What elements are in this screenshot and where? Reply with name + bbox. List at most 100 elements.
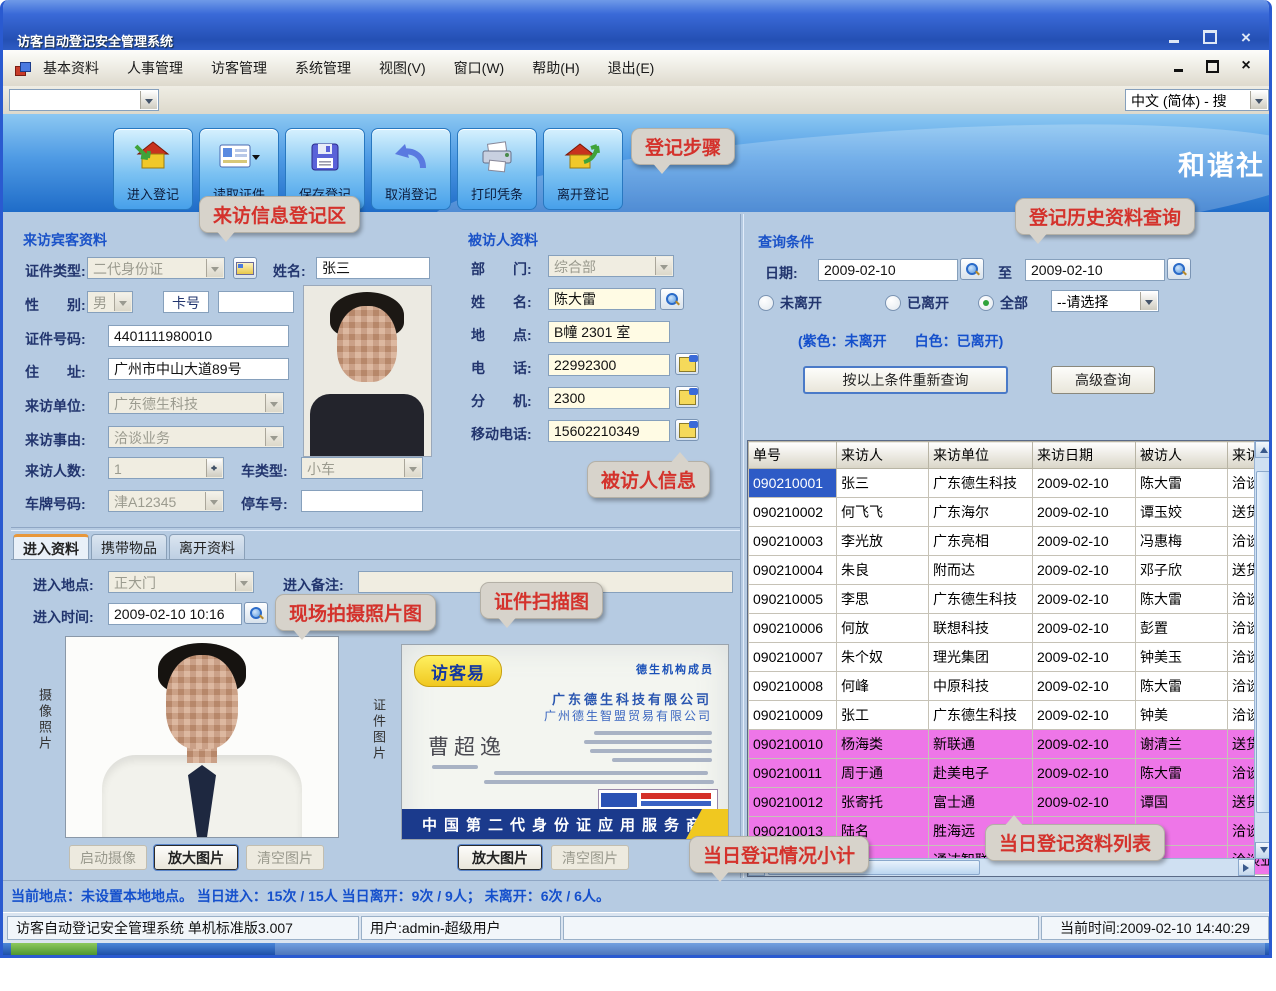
table-cell[interactable]: 冯惠梅: [1136, 527, 1228, 556]
ext-field[interactable]: [548, 387, 670, 409]
vehicle-type-combo[interactable]: 小车: [301, 457, 423, 479]
table-cell[interactable]: 谭国: [1136, 788, 1228, 817]
menu-help[interactable]: 帮助(H): [532, 58, 579, 78]
entry-location-combo[interactable]: 正大门: [108, 571, 254, 593]
table-row[interactable]: 090210010杨海类新联通2009-02-10谢清兰送货: [749, 730, 1273, 759]
menu-hr[interactable]: 人事管理: [127, 58, 183, 78]
table-cell[interactable]: 090210003: [749, 527, 837, 556]
table-cell[interactable]: 广东亮相: [929, 527, 1033, 556]
vertical-scrollbar[interactable]: [1254, 441, 1272, 859]
card-no-field[interactable]: [218, 291, 294, 313]
table-cell[interactable]: 李思: [837, 585, 929, 614]
phone-field[interactable]: [548, 354, 670, 376]
mdi-minimize-button[interactable]: [1169, 58, 1187, 74]
table-cell[interactable]: 谢清兰: [1136, 730, 1228, 759]
mdi-restore-button[interactable]: [1203, 58, 1221, 74]
table-cell[interactable]: 陈大雷: [1136, 469, 1228, 498]
table-row[interactable]: 090210001张三广东德生科技2009-02-10陈大雷洽谈业务: [749, 469, 1273, 498]
table-cell[interactable]: 张三: [837, 469, 929, 498]
mdi-close-button[interactable]: ×: [1237, 58, 1255, 74]
address-field[interactable]: [108, 358, 289, 380]
menu-system[interactable]: 系统管理: [295, 58, 351, 78]
table-cell[interactable]: 何放: [837, 614, 929, 643]
table-row[interactable]: 090210007朱个奴理光集团2009-02-10钟美玉洽谈业务: [749, 643, 1273, 672]
table-cell[interactable]: 090210010: [749, 730, 837, 759]
dial-mobile-button[interactable]: [675, 419, 699, 441]
table-cell[interactable]: 090210001: [749, 469, 837, 498]
table-cell[interactable]: 朱个奴: [837, 643, 929, 672]
radio-left[interactable]: 已离开: [885, 293, 949, 313]
table-cell[interactable]: 李光放: [837, 527, 929, 556]
menu-view[interactable]: 视图(V): [379, 58, 426, 78]
table-cell[interactable]: 2009-02-10: [1033, 701, 1136, 730]
tab-carried-items[interactable]: 携带物品: [91, 534, 167, 560]
photo-zoom-button[interactable]: 放大图片: [154, 845, 238, 870]
menu-visitor[interactable]: 访客管理: [211, 58, 267, 78]
dial-phone-button[interactable]: [675, 353, 699, 375]
table-cell[interactable]: 联想科技: [929, 614, 1033, 643]
enter-register-button[interactable]: 进入登记: [113, 128, 193, 210]
card-no-button[interactable]: 卡号: [163, 291, 209, 313]
requery-button[interactable]: 按以上条件重新查询: [803, 366, 1008, 394]
table-cell[interactable]: 广东德生科技: [929, 469, 1033, 498]
dept-combo[interactable]: 综合部: [548, 255, 674, 277]
chevron-down-icon[interactable]: [1250, 91, 1267, 109]
dial-ext-button[interactable]: [675, 386, 699, 408]
card-reader-button[interactable]: [233, 257, 257, 279]
table-cell[interactable]: 理光集团: [929, 643, 1033, 672]
table-cell[interactable]: 附而达: [929, 556, 1033, 585]
table-cell[interactable]: 090210009: [749, 701, 837, 730]
menu-basic-data[interactable]: 基本资料: [43, 58, 99, 78]
table-cell[interactable]: 张寄托: [837, 788, 929, 817]
scan-clear-button[interactable]: 清空图片: [551, 845, 629, 870]
column-header[interactable]: 来访单位: [929, 442, 1033, 469]
table-cell[interactable]: 090210008: [749, 672, 837, 701]
table-cell[interactable]: 090210005: [749, 585, 837, 614]
table-row[interactable]: 090210009张工广东德生科技2009-02-10钟美洽谈业务: [749, 701, 1273, 730]
chevron-down-icon[interactable]: [1140, 292, 1157, 310]
visit-reason-combo[interactable]: 洽谈业务: [108, 426, 284, 448]
tab-leave-info[interactable]: 离开资料: [169, 534, 245, 560]
interviewee-name-field[interactable]: [548, 288, 656, 310]
chevron-down-icon[interactable]: [205, 492, 222, 510]
table-row[interactable]: 090210002何飞飞广东海尔2009-02-10谭玉姣送货: [749, 498, 1273, 527]
leave-register-button[interactable]: 离开登记: [543, 128, 623, 210]
table-cell[interactable]: 2009-02-10: [1033, 498, 1136, 527]
tab-entry-info[interactable]: 进入资料: [13, 534, 89, 560]
date-to-field[interactable]: [1025, 259, 1165, 281]
entry-time-field[interactable]: [108, 603, 242, 625]
table-cell[interactable]: 中原科技: [929, 672, 1033, 701]
cert-no-field[interactable]: [108, 325, 289, 347]
table-cell[interactable]: 2009-02-10: [1033, 614, 1136, 643]
table-cell[interactable]: 新联通: [929, 730, 1033, 759]
table-cell[interactable]: 2009-02-10: [1033, 469, 1136, 498]
column-header[interactable]: 被访人: [1136, 442, 1228, 469]
table-row[interactable]: 090210003李光放广东亮相2009-02-10冯惠梅洽谈业务: [749, 527, 1273, 556]
menu-exit[interactable]: 退出(E): [608, 58, 655, 78]
start-camera-button[interactable]: 启动摄像: [69, 845, 147, 870]
minimize-button[interactable]: [1163, 28, 1185, 46]
scroll-up-button[interactable]: [1255, 441, 1272, 458]
query-filter-combo[interactable]: --请选择: [1051, 290, 1159, 312]
table-cell[interactable]: 谭玉姣: [1136, 498, 1228, 527]
parking-no-field[interactable]: [301, 490, 423, 512]
visitor-name-field[interactable]: [316, 257, 430, 279]
table-cell[interactable]: 090210006: [749, 614, 837, 643]
table-row[interactable]: 090210006何放联想科技2009-02-10彭置洽谈业务: [749, 614, 1273, 643]
spinner-arrows-icon[interactable]: [206, 459, 222, 477]
table-cell[interactable]: 朱良: [837, 556, 929, 585]
table-cell[interactable]: 2009-02-10: [1033, 759, 1136, 788]
visitor-count-stepper[interactable]: 1: [108, 457, 224, 479]
cancel-register-button[interactable]: 取消登记: [371, 128, 451, 210]
vertical-scroll-thumb[interactable]: [1256, 471, 1271, 813]
table-cell[interactable]: 杨海类: [837, 730, 929, 759]
radio-not-left[interactable]: 未离开: [758, 293, 822, 313]
table-cell[interactable]: 陈大雷: [1136, 759, 1228, 788]
table-cell[interactable]: 2009-02-10: [1033, 730, 1136, 759]
photo-clear-button[interactable]: 清空图片: [246, 845, 324, 870]
date-from-picker-button[interactable]: [960, 258, 984, 280]
chevron-down-icon[interactable]: [140, 91, 157, 109]
table-cell[interactable]: 090210004: [749, 556, 837, 585]
scan-zoom-button[interactable]: 放大图片: [458, 845, 542, 870]
chevron-down-icon[interactable]: [114, 293, 131, 311]
